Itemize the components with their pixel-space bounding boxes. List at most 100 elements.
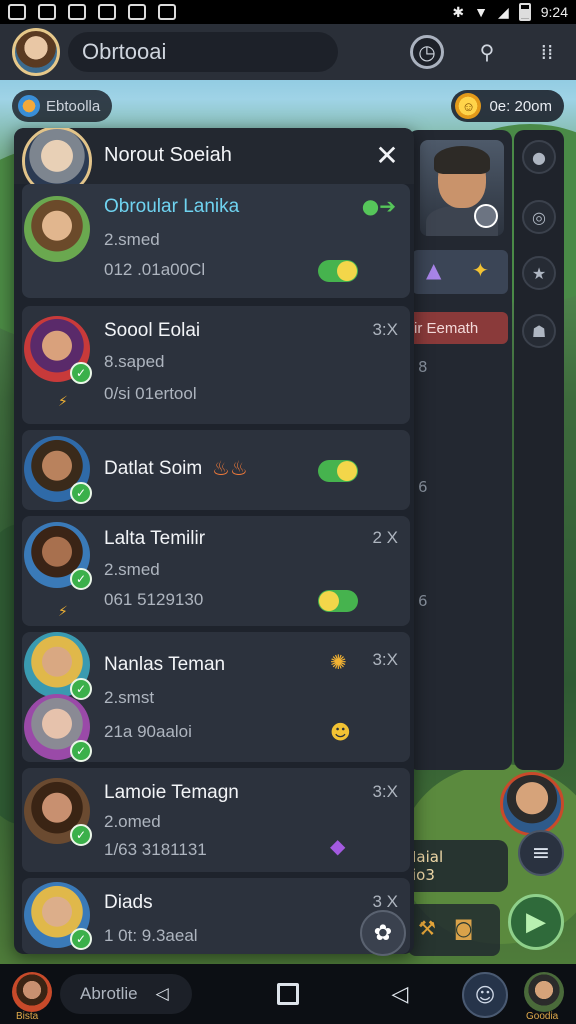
play-button[interactable]: ▶ <box>508 894 564 950</box>
friend-avatar: ✓ <box>24 522 92 590</box>
friend-name: Diads <box>104 892 153 913</box>
remove-button[interactable]: 3:X <box>372 320 398 340</box>
friend-avatar <box>24 196 90 262</box>
badge-icon <box>474 204 498 228</box>
profile-button[interactable]: ☺ <box>462 972 508 1018</box>
rail-star-button[interactable]: ★ <box>522 256 556 290</box>
friend-detail: 21a 90aaloi <box>104 722 192 741</box>
mail-icon <box>128 4 146 20</box>
friend-status: 2.smst <box>104 688 155 707</box>
list-item[interactable]: Obroular Lanika 2.smed 012 .01a00Cl ●➔ <box>22 184 410 298</box>
list-item[interactable]: ✓ Lamoie Temagn 2.omed 1/63 3181131 3:X … <box>22 768 410 872</box>
back-icon: ◁ <box>155 984 169 1003</box>
list-item[interactable]: ✓ Lalta Temilir 2.smed 061 5129130 2 X ⚡ <box>22 516 410 626</box>
rail-group-button[interactable]: ☗ <box>522 314 556 348</box>
remove-button[interactable]: 3:X <box>372 782 398 802</box>
close-icon: ✕ <box>375 138 399 172</box>
signal-icon: ◢ <box>497 3 509 20</box>
friend-detail: 012 .01a00Cl <box>104 260 206 279</box>
remove-button[interactable]: 3:X <box>372 650 398 670</box>
side-tab[interactable]: ir Eemath <box>408 312 508 344</box>
item-slots[interactable]: ⚒ ◙ <box>408 904 500 956</box>
back-icon: ◁ <box>391 981 409 1007</box>
br-hud-line: io3 <box>412 866 435 884</box>
nav-avatar[interactable] <box>524 972 564 1012</box>
character-portrait[interactable] <box>420 140 504 236</box>
clock-icon: ◷ <box>418 40 436 64</box>
list-item[interactable]: ✓ Diads 1 0t: 9.3aeal 3 X <box>22 878 410 954</box>
swirl-icon: ◎ <box>532 207 546 227</box>
timer-button[interactable]: ◷ <box>410 35 444 69</box>
online-toggle[interactable] <box>318 260 358 282</box>
search-input[interactable]: Obrtooai <box>68 32 338 72</box>
br-hud: Iaial io3 <box>404 840 508 892</box>
friend-name: Soool Eolai <box>104 320 201 341</box>
friend-avatar: ✓ <box>24 694 92 762</box>
wifi-icon: ▼ <box>474 4 488 20</box>
nav-left-label: Bista <box>16 1011 39 1022</box>
chat-icon: ●➔ <box>361 194 396 218</box>
friend-name: Nanlas Teman <box>104 654 226 675</box>
hud-left-label: Ebtoolla <box>46 97 101 115</box>
remove-button[interactable]: 3 X <box>372 892 398 912</box>
nav-pill-label: Abrotlie <box>80 984 138 1003</box>
check-icon: ✓ <box>70 740 92 762</box>
nav-avatar[interactable] <box>12 972 52 1012</box>
remove-button[interactable]: 2 X <box>372 528 398 548</box>
panel-header: Norout Soeiah ✕ <box>14 128 414 196</box>
globe-icon <box>18 95 40 117</box>
friend-avatar: ✓ <box>24 632 92 700</box>
br-hud-line: Iaial <box>412 848 444 866</box>
pickaxe-icon: ⚒ <box>418 916 436 940</box>
close-button[interactable]: ✕ <box>372 138 402 172</box>
add-friend-button[interactable]: ✿ <box>360 910 406 956</box>
item-tile[interactable]: ▲ ✦ <box>412 250 508 294</box>
back-button[interactable]: ◁ <box>386 980 414 1008</box>
star-icon: ★ <box>531 263 547 283</box>
list-item[interactable]: ✓ Soool Eolai 8.saped 0/si 01ertool 3:X … <box>22 306 410 424</box>
home-button[interactable] <box>274 980 302 1008</box>
sun-icon: ✺ <box>330 650 347 674</box>
app-icon <box>158 4 176 20</box>
check-icon: ✓ <box>70 678 92 700</box>
friend-status: 8.saped <box>104 352 165 371</box>
friend-detail: 0/si 01ertool <box>104 384 197 403</box>
rail-coin-button[interactable]: ● <box>522 140 556 174</box>
status-bar: ✱ ▼ ◢ 9:24 <box>0 0 576 24</box>
battery-icon <box>518 3 531 21</box>
menu-button[interactable]: ⁞⁞ <box>530 35 564 69</box>
friend-name: Datlat Soim <box>104 458 203 479</box>
notification-icon <box>38 4 56 20</box>
panel-title: Norout Soeiah <box>104 144 232 166</box>
player-avatar[interactable] <box>500 772 564 836</box>
side-num: 6 <box>418 592 428 610</box>
hud-left-badge[interactable]: Ebtoolla <box>12 90 113 122</box>
rail-swirl-button[interactable]: ◎ <box>522 200 556 234</box>
coin-icon: ● <box>532 147 546 167</box>
crystal-icon: ◆ <box>330 834 346 858</box>
list-item[interactable]: ✓ ✓ Nanlas Teman 2.smst 21a 90aaloi 3:X … <box>22 632 410 762</box>
profile-avatar[interactable] <box>12 28 60 76</box>
status-time: 9:24 <box>540 4 568 20</box>
friend-avatar: ✓ <box>24 778 92 846</box>
side-num: 8 <box>418 358 428 376</box>
crystal-icon: ▲ <box>426 258 442 282</box>
bluetooth-icon: ✱ <box>452 3 465 20</box>
user-icon: ☺ <box>474 983 496 1007</box>
bolt-icon: ⚡ <box>58 604 68 620</box>
image-icon <box>68 4 86 20</box>
check-icon: ✓ <box>70 824 92 846</box>
check-icon: ✓ <box>70 568 92 590</box>
nav-search[interactable]: Abrotlie ◁ <box>60 974 192 1014</box>
chest-icon: ◙ <box>454 916 474 940</box>
friend-status: 2.omed <box>104 812 161 831</box>
search-button[interactable]: ⚲ <box>470 35 504 69</box>
online-toggle[interactable] <box>318 460 358 482</box>
friend-name: Lamoie Temagn <box>104 782 239 803</box>
sync-icon <box>98 4 116 20</box>
search-text: Obrtooai <box>82 39 167 64</box>
online-toggle[interactable] <box>318 590 358 612</box>
hud-timer-badge[interactable]: ☺ 0e: 20om <box>451 90 564 122</box>
game-menu-button[interactable]: ≡ <box>518 830 564 876</box>
list-item[interactable]: ✓ Datlat Soim ♨♨ <box>22 430 410 510</box>
